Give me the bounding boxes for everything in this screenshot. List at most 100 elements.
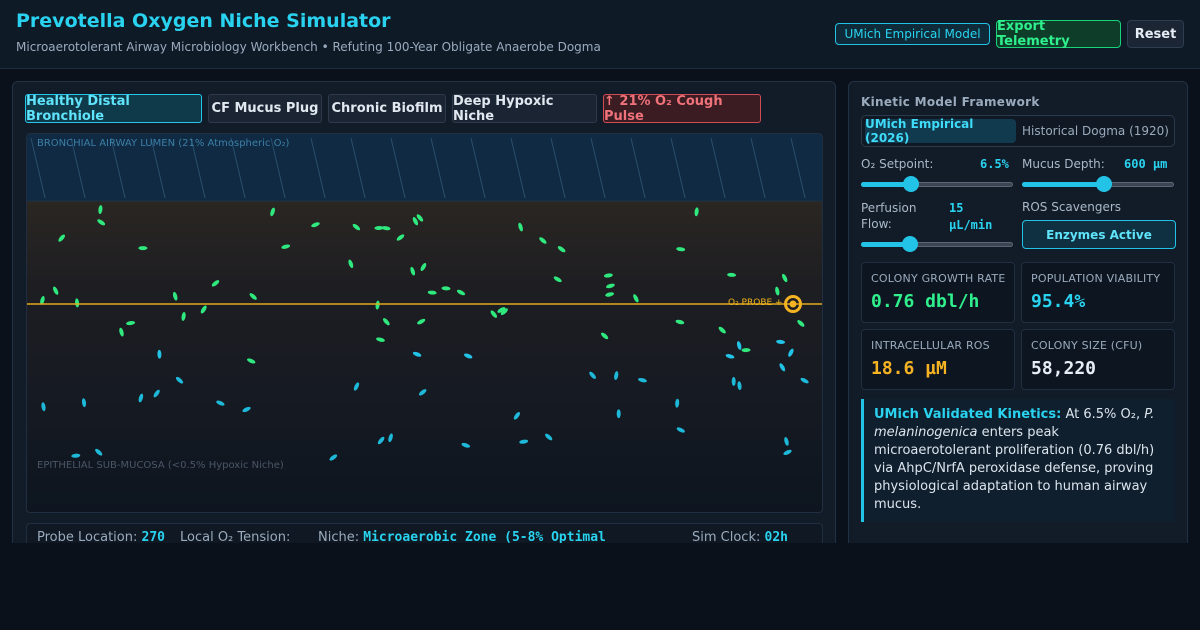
airflow-streak [390,137,406,199]
bacterium [797,320,805,327]
bacterium [676,427,685,433]
slider-thumb[interactable] [901,236,918,252]
bacterium [589,371,596,379]
framework-option-historical[interactable]: Historical Dogma (1920) [1020,119,1171,143]
airflow-streak [350,137,366,199]
slider-thumb[interactable] [903,176,920,192]
mucus-depth-label: Mucus Depth: [1022,157,1105,171]
bacterium [800,377,809,384]
bacterium [329,454,338,461]
bacterium [418,389,427,396]
bacterium [97,219,106,226]
metric-viability: POPULATION VIABILITY 95.4% [1021,262,1175,323]
bacterium [374,225,384,231]
airflow-streak [710,137,726,199]
bacterium [247,358,256,364]
metric-ros: INTRACELLULAR ROS 18.6 µM [861,329,1015,390]
bacterium [410,266,416,276]
framework-option-umich[interactable]: UMich Empirical (2026) [865,117,1016,145]
bacterium [461,442,471,448]
bacterium [779,363,786,372]
app-subtitle: Microaerotolerant Airway Microbiology Wo… [16,40,601,54]
bacterium [420,263,427,271]
o2-setpoint-slider[interactable] [861,176,1013,192]
bacterium [200,305,207,314]
scenario-tab-healthy-bronchiole[interactable]: Healthy Distal Bronchiole [25,94,202,124]
bacterium [694,207,699,217]
model-badge-button[interactable]: UMich Empirical Model [835,23,990,45]
bacterium [242,406,251,413]
bacterium [348,259,354,269]
bacterium [633,294,639,303]
probe-marker-core [789,300,797,308]
bacterium [216,400,225,406]
mucosa-zone-label: EPITHELIAL SUB-MUCOSA (<0.5% Hypoxic Nic… [37,460,284,471]
bacterium [519,439,529,444]
bacterium [311,222,320,228]
bacterium [98,205,103,215]
bacterium [606,283,615,289]
bacterium [456,289,466,296]
lumen-zone-label: BRONCHIAL AIRWAY LUMEN (21% Atmospheric … [37,138,290,149]
airway-simulation-canvas[interactable]: BRONCHIAL AIRWAY LUMEN (21% Atmospheric … [26,133,823,513]
reset-button[interactable]: Reset [1127,20,1184,48]
bacterium [119,327,124,337]
bacterium [412,351,422,357]
bacterium [781,273,788,283]
airflow-streak [590,137,606,199]
airflow-streak [630,137,646,199]
bacterium [138,393,144,403]
bacterium [352,223,361,231]
bacterium [616,409,621,419]
bacterium [676,247,686,252]
perfusion-flow-slider[interactable] [861,236,1013,252]
bacterium [539,237,547,244]
bacterium [675,319,685,325]
bacterium [353,382,360,391]
bacterium [382,318,390,326]
airflow-streak [750,137,766,199]
airflow-streak [510,137,526,199]
metric-growth-rate: COLONY GROWTH RATE 0.76 dbl/h [861,262,1015,323]
slider-thumb[interactable] [1096,176,1113,192]
bacterium [249,293,257,300]
bacterium [81,398,87,408]
bacterium [490,310,498,318]
bacterium [175,376,184,384]
app-header: Prevotella Oxygen Niche Simulator Microa… [0,0,1200,69]
bacterium [737,381,742,391]
airflow-streak [470,137,486,199]
bacterium [600,332,609,340]
mucus-depth-value: 600 µm [1124,157,1168,171]
bacterium [463,353,473,359]
bacterium [545,433,553,441]
bacterium [181,311,186,321]
bacterium [736,341,742,350]
bacterium [375,300,380,310]
bacterium [138,246,148,251]
scenario-tab-cf-mucus-plug[interactable]: CF Mucus Plug [208,94,322,123]
export-telemetry-button[interactable]: Export Telemetry [996,19,1121,49]
ros-scavengers-label: ROS Scavengers [1022,200,1122,214]
bacterium [775,286,780,296]
bacterium [417,318,426,325]
bacterium [518,222,523,232]
bacterium [614,371,619,381]
mucus-depth-slider[interactable] [1022,176,1174,192]
bacterium [281,244,291,249]
scenario-tab-deep-hypoxic[interactable]: Deep Hypoxic Niche [452,94,597,124]
bacterium [153,389,160,398]
bacterium [788,348,794,357]
airflow-streak [550,137,566,199]
bacteria-field [27,137,822,461]
bacterium [783,449,792,456]
bacterium [784,437,789,446]
bacterium [605,292,615,297]
metric-colony-size: COLONY SIZE (CFU) 58,220 [1021,329,1175,390]
bacterium [513,412,521,420]
bacterium [126,321,136,326]
scenario-tab-cough-pulse[interactable]: ↑ 21% O₂ Cough Pulse [603,94,761,124]
scenario-tab-chronic-biofilm[interactable]: Chronic Biofilm [328,94,446,123]
bacterium [95,448,103,456]
enzymes-active-toggle[interactable]: Enzymes Active [1022,220,1176,249]
